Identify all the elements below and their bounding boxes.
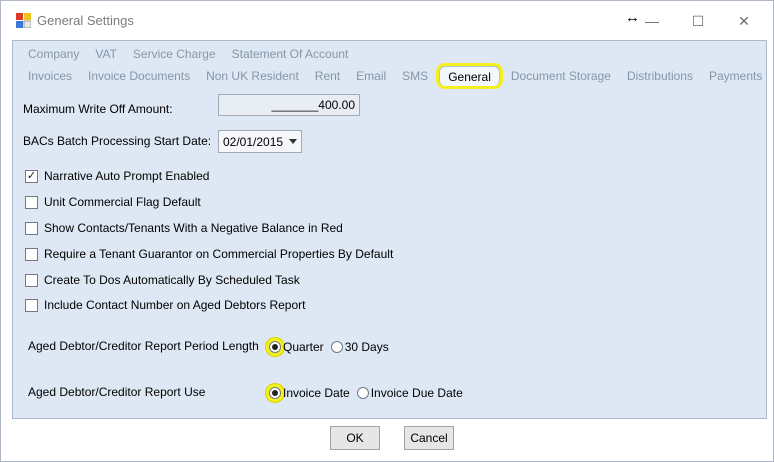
checkbox-label: Include Contact Number on Aged Debtors R… bbox=[44, 298, 306, 312]
max-write-off-label: Maximum Write Off Amount: bbox=[23, 102, 173, 116]
maximize-button[interactable]: ☐ bbox=[675, 7, 721, 35]
settings-panel: Company VAT Service Charge Statement Of … bbox=[12, 40, 767, 419]
chevron-down-icon[interactable] bbox=[289, 139, 297, 144]
checkbox-negative-balance-red[interactable]: Show Contacts/Tenants With a Negative Ba… bbox=[25, 220, 343, 236]
report-use-label: Aged Debtor/Creditor Report Use bbox=[28, 385, 206, 399]
max-write-off-input[interactable]: _______400.00 bbox=[218, 94, 360, 116]
report-use-radio-group: Invoice Date Invoice Due Date bbox=[269, 386, 466, 400]
checkbox-narrative-auto-prompt[interactable]: ✓ Narrative Auto Prompt Enabled bbox=[25, 168, 209, 184]
checkbox-box[interactable] bbox=[25, 221, 38, 235]
tab-distributions[interactable]: Distributions bbox=[619, 66, 701, 86]
tab-row-1: Company VAT Service Charge Statement Of … bbox=[20, 43, 356, 65]
ok-button[interactable]: OK bbox=[330, 426, 380, 450]
tab-invoice-documents[interactable]: Invoice Documents bbox=[80, 66, 198, 86]
radio-invoice-due-date[interactable] bbox=[356, 387, 369, 399]
tab-payments[interactable]: Payments bbox=[701, 66, 770, 86]
tab-rent[interactable]: Rent bbox=[307, 66, 348, 86]
checkbox-box[interactable] bbox=[25, 273, 38, 287]
period-length-label: Aged Debtor/Creditor Report Period Lengt… bbox=[28, 339, 259, 353]
radio-invoice-due-date-label: Invoice Due Date bbox=[370, 386, 463, 400]
tab-company[interactable]: Company bbox=[20, 44, 87, 64]
cancel-button[interactable]: Cancel bbox=[404, 426, 454, 450]
radio-invoice-date[interactable] bbox=[269, 387, 281, 399]
tab-non-uk-resident[interactable]: Non UK Resident bbox=[198, 66, 307, 86]
checkbox-include-contact-number[interactable]: Include Contact Number on Aged Debtors R… bbox=[25, 297, 305, 313]
checkbox-create-todos[interactable]: Create To Dos Automatically By Scheduled… bbox=[25, 272, 300, 288]
tab-service-charge[interactable]: Service Charge bbox=[125, 44, 224, 64]
tab-row-2: Invoices Invoice Documents Non UK Reside… bbox=[20, 65, 770, 87]
bacs-start-date-label: BACs Batch Processing Start Date: bbox=[23, 134, 212, 148]
general-settings-window: General Settings ↔ — ☐ ✕ Company VAT Ser… bbox=[0, 0, 774, 462]
app-icon bbox=[16, 13, 31, 28]
checkbox-label: Narrative Auto Prompt Enabled bbox=[44, 169, 210, 183]
tab-invoices[interactable]: Invoices bbox=[20, 66, 80, 86]
checkbox-label: Require a Tenant Guarantor on Commercial… bbox=[44, 247, 394, 261]
tab-sms[interactable]: SMS bbox=[394, 66, 436, 86]
checkbox-box[interactable] bbox=[25, 298, 38, 312]
checkbox-tenant-guarantor[interactable]: Require a Tenant Guarantor on Commercial… bbox=[25, 246, 393, 262]
radio-quarter[interactable] bbox=[269, 341, 281, 353]
tab-email[interactable]: Email bbox=[348, 66, 394, 86]
checkbox-unit-commercial-flag[interactable]: Unit Commercial Flag Default bbox=[25, 194, 201, 210]
close-button[interactable]: ✕ bbox=[721, 7, 767, 35]
checkbox-box[interactable]: ✓ bbox=[25, 169, 38, 183]
checkbox-label: Show Contacts/Tenants With a Negative Ba… bbox=[44, 221, 343, 235]
radio-30-days-label: 30 Days bbox=[344, 340, 389, 354]
window-title: General Settings bbox=[37, 13, 134, 28]
title-bar[interactable]: General Settings ↔ — ☐ ✕ bbox=[1, 1, 773, 39]
tab-vat[interactable]: VAT bbox=[87, 44, 125, 64]
period-length-radio-group: Quarter 30 Days bbox=[269, 340, 392, 354]
radio-invoice-date-label: Invoice Date bbox=[283, 386, 350, 400]
tab-statement-of-account[interactable]: Statement Of Account bbox=[224, 44, 357, 64]
bacs-start-date-dropdown[interactable]: 02/01/2015 bbox=[218, 130, 302, 153]
radio-30-days[interactable] bbox=[330, 341, 343, 353]
tab-document-storage[interactable]: Document Storage bbox=[503, 66, 619, 86]
radio-quarter-label: Quarter bbox=[283, 340, 324, 354]
tab-general[interactable]: General bbox=[439, 66, 500, 86]
checkbox-label: Create To Dos Automatically By Scheduled… bbox=[44, 273, 300, 287]
checkbox-box[interactable] bbox=[25, 247, 38, 261]
checkbox-box[interactable] bbox=[25, 195, 38, 209]
minimize-button[interactable]: — bbox=[629, 7, 675, 35]
bacs-start-date-value: 02/01/2015 bbox=[223, 135, 284, 149]
general-tab-content: Maximum Write Off Amount: _______400.00 … bbox=[13, 91, 766, 418]
checkbox-label: Unit Commercial Flag Default bbox=[44, 195, 201, 209]
